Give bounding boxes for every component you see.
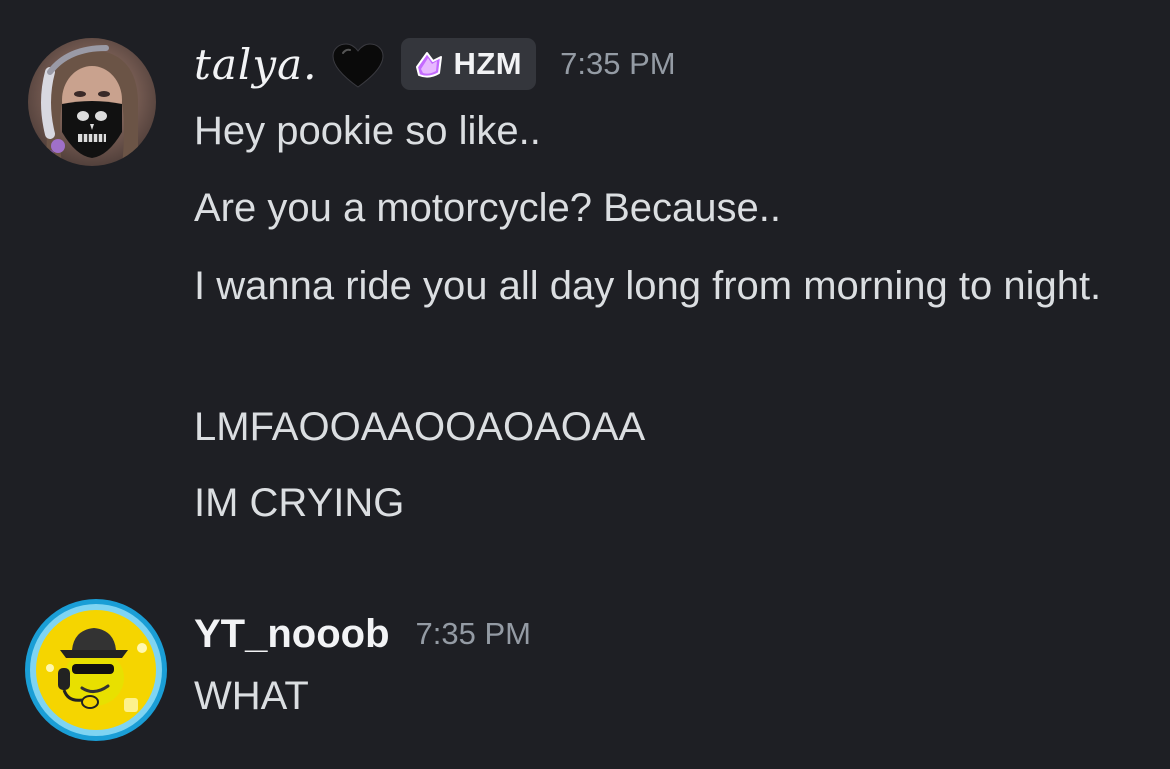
message-line: WHAT	[194, 674, 309, 718]
username[interactable]: talya.	[194, 40, 317, 89]
message-header: YT_nooob 7:35 PM	[194, 604, 531, 664]
message-line: Hey pookie so like..	[194, 109, 541, 153]
black-heart-icon	[332, 43, 384, 88]
avatar-talya-image	[28, 38, 156, 166]
message-group-yt-nooob: YT_nooob 7:35 PM WHAT	[0, 560, 1170, 769]
timestamp[interactable]: 7:35 PM	[560, 46, 675, 82]
avatar-yt-nooob[interactable]	[24, 598, 168, 742]
purple-gem-icon	[416, 52, 443, 78]
message-header: talya. HZM 7:35 PM	[194, 34, 676, 94]
message-line: Are you a motorcycle? Because..	[194, 186, 781, 230]
timestamp[interactable]: 7:35 PM	[416, 616, 531, 652]
message-line: LMFAOOAAOOAOAOAA	[194, 405, 646, 449]
message-line: IM CRYING	[194, 481, 405, 525]
message-line: I wanna ride you all day long from morni…	[194, 264, 1102, 308]
avatar-talya[interactable]	[28, 38, 156, 166]
username[interactable]: YT_nooob	[194, 612, 390, 657]
server-tag-label: HZM	[453, 46, 523, 81]
avatar-yt-nooob-image	[25, 599, 167, 741]
message-group-talya: talya. HZM 7:35 PM Hey pookie so like.. …	[0, 0, 1170, 560]
server-tag-badge[interactable]: HZM	[401, 38, 537, 90]
